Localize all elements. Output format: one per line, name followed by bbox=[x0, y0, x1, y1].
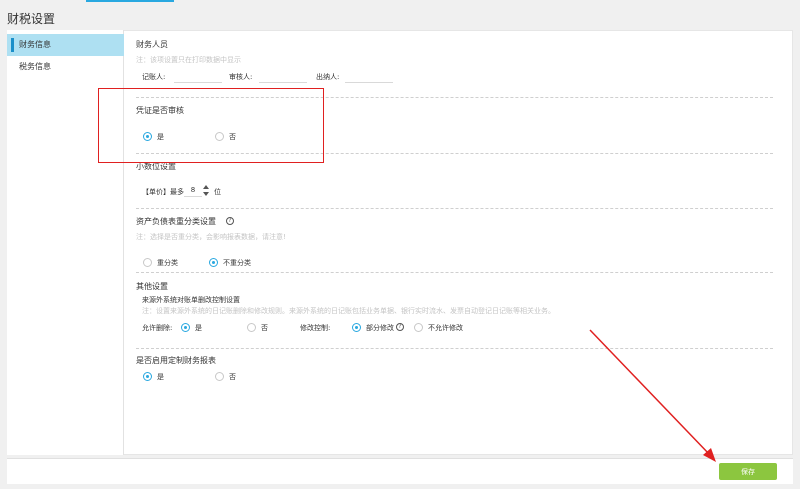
decimal-suffix: 位 bbox=[214, 188, 221, 196]
other-settings-title: 其他设置 bbox=[136, 282, 168, 291]
voucher-review-no-radio[interactable] bbox=[215, 132, 224, 141]
modify-control-label: 修改控制: bbox=[300, 324, 331, 332]
other-settings-subtitle: 来源外系统对账单删改控制设置 bbox=[142, 296, 240, 304]
staff-note: 注：该项设置只在打印数据中显示 bbox=[136, 56, 241, 64]
disallow-modify-radio[interactable] bbox=[414, 323, 423, 332]
cashier-label: 出纳人: bbox=[316, 73, 340, 81]
sidebar: 财务信息 税务信息 bbox=[7, 30, 124, 455]
custom-report-yes-radio[interactable] bbox=[143, 372, 152, 381]
question-circle-icon[interactable]: ? bbox=[226, 217, 234, 225]
stepper-arrows-icon[interactable] bbox=[202, 185, 210, 197]
voucher-review-no-label: 否 bbox=[229, 133, 236, 141]
partial-modify-label: 部分修改 bbox=[366, 324, 394, 332]
active-tab-indicator bbox=[86, 0, 174, 2]
page-title: 财税设置 bbox=[7, 12, 56, 26]
divider bbox=[136, 97, 773, 98]
allow-delete-no-label: 否 bbox=[261, 324, 268, 332]
divider bbox=[136, 153, 773, 154]
decimal-title: 小数位设置 bbox=[136, 162, 176, 171]
sidebar-item-tax-info[interactable]: 税务信息 bbox=[7, 56, 124, 78]
voucher-review-title: 凭证是否审核 bbox=[136, 106, 184, 115]
decimal-prefix: 【单价】最多 bbox=[142, 188, 184, 196]
settings-content: 财务人员 注：该项设置只在打印数据中显示 记账人: 审核人: 出纳人: 凭证是否… bbox=[124, 30, 793, 455]
voucher-review-yes-radio[interactable] bbox=[143, 132, 152, 141]
partial-modify-radio[interactable] bbox=[352, 323, 361, 332]
no-reclass-label: 不重分类 bbox=[223, 259, 251, 267]
custom-report-no-label: 否 bbox=[229, 373, 236, 381]
footer-bar: 保存 bbox=[7, 458, 793, 484]
reclass-radio[interactable] bbox=[143, 258, 152, 267]
save-button[interactable]: 保存 bbox=[719, 463, 777, 480]
custom-report-no-radio[interactable] bbox=[215, 372, 224, 381]
bookkeeper-input[interactable] bbox=[174, 73, 222, 83]
reviewer-input[interactable] bbox=[259, 73, 307, 83]
voucher-review-yes-label: 是 bbox=[157, 133, 164, 141]
no-reclass-radio[interactable] bbox=[209, 258, 218, 267]
decimal-stepper[interactable]: 8 bbox=[184, 185, 202, 197]
allow-delete-no-radio[interactable] bbox=[247, 323, 256, 332]
allow-delete-yes-radio[interactable] bbox=[181, 323, 190, 332]
divider bbox=[136, 348, 773, 349]
divider bbox=[136, 272, 773, 273]
custom-report-yes-label: 是 bbox=[157, 373, 164, 381]
allow-delete-yes-label: 是 bbox=[195, 324, 202, 332]
other-settings-note: 注：设置来源外系统的日记账删除和修改规则。来源外系统的日记账包括业务单据、银行实… bbox=[142, 307, 555, 315]
custom-report-title: 是否启用定制财务报表 bbox=[136, 356, 216, 365]
sidebar-item-label: 财务信息 bbox=[19, 40, 51, 49]
cashier-input[interactable] bbox=[345, 73, 393, 83]
balance-sheet-note: 注：选择是否重分类，会影响报表数据，请注意! bbox=[136, 233, 286, 241]
staff-title: 财务人员 bbox=[136, 40, 168, 49]
reclass-label: 重分类 bbox=[157, 259, 178, 267]
reviewer-label: 审核人: bbox=[229, 73, 253, 81]
sidebar-item-label: 税务信息 bbox=[19, 62, 51, 71]
divider bbox=[136, 208, 773, 209]
allow-delete-label: 允许删除: bbox=[142, 324, 173, 332]
disallow-modify-label: 不允许修改 bbox=[428, 324, 463, 332]
balance-sheet-title: 资产负债表重分类设置 bbox=[136, 217, 216, 226]
top-strip bbox=[0, 0, 800, 4]
bookkeeper-label: 记账人: bbox=[142, 73, 166, 81]
sidebar-item-finance-info[interactable]: 财务信息 bbox=[7, 34, 124, 56]
question-circle-icon[interactable]: ? bbox=[396, 323, 404, 331]
